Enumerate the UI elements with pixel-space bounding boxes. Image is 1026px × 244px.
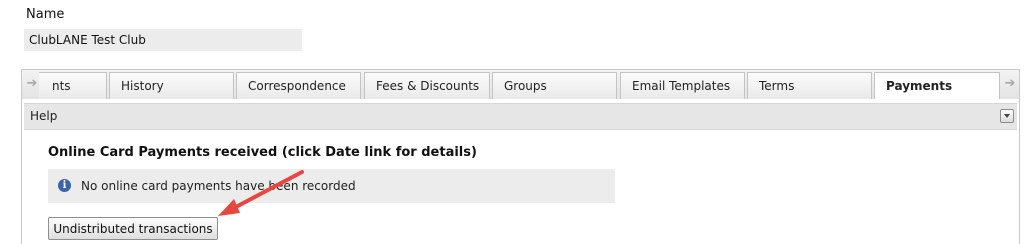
undistributed-transactions-button[interactable]: Undistributed transactions: [48, 217, 218, 240]
tab-history[interactable]: History: [109, 72, 234, 99]
info-message-text: No online card payments have been record…: [81, 179, 356, 193]
payments-panel: Help Online Card Payments received (clic…: [21, 99, 1020, 244]
help-label: Help: [30, 109, 58, 123]
tab-groups[interactable]: Groups: [492, 72, 617, 99]
info-icon: i: [58, 179, 71, 192]
help-bar[interactable]: Help: [24, 103, 1017, 130]
chevron-down-icon[interactable]: [1000, 109, 1014, 123]
tab-terms[interactable]: Terms: [747, 72, 872, 99]
tab-email-templates[interactable]: Email Templates: [620, 72, 745, 99]
tab-bar: ➔ nts History Correspondence Fees & Disc…: [21, 69, 1020, 100]
name-label: Name: [26, 7, 65, 22]
tab-fees-discounts[interactable]: Fees & Discounts: [364, 72, 490, 99]
section-title: Online Card Payments received (click Dat…: [48, 145, 477, 160]
name-field: ClubLANE Test Club: [24, 29, 302, 51]
tab-payments[interactable]: Payments: [874, 72, 1000, 100]
arrow-left-icon[interactable]: ➔: [25, 76, 39, 92]
tab-correspondence[interactable]: Correspondence: [236, 72, 361, 99]
arrow-right-icon[interactable]: ➔: [1003, 76, 1017, 92]
page: Name ClubLANE Test Club ➔ nts History Co…: [0, 0, 1026, 244]
tab-nts[interactable]: nts: [39, 72, 107, 99]
info-message: i No online card payments have been reco…: [48, 169, 615, 203]
